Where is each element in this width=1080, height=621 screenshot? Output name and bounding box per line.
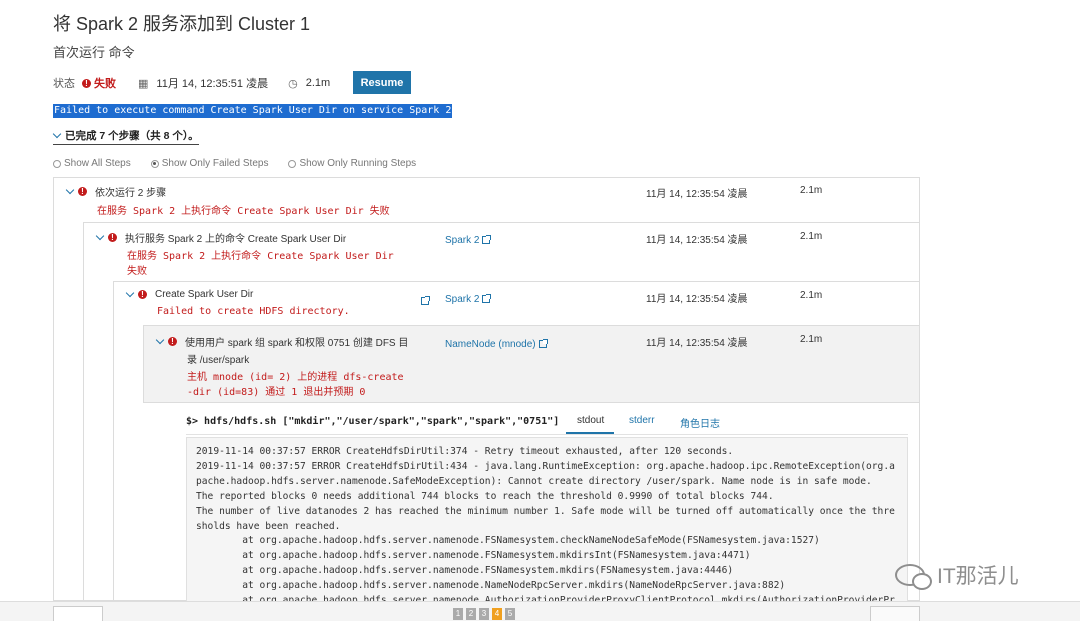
step-title: 使用用户 spark 组 spark 和权限 0751 创建 DFS 目 bbox=[185, 338, 409, 349]
page-subtitle: 首次运行 命令 bbox=[53, 45, 135, 60]
clock-icon: ◷ bbox=[288, 77, 298, 90]
chevron-down-icon bbox=[95, 231, 105, 241]
step-error-cont: 失败 bbox=[127, 266, 147, 277]
wechat-icon bbox=[895, 564, 932, 590]
completed-steps-label: 已完成 7 个步骤（共 8 个）。 bbox=[65, 130, 199, 142]
step-row[interactable]: ! 依次运行 2 步骤 bbox=[65, 184, 167, 199]
step-row[interactable]: ! Create Spark User Dir bbox=[125, 288, 254, 300]
pager-step-5[interactable]: 5 bbox=[505, 608, 515, 620]
step-duration: 2.1m bbox=[800, 290, 823, 301]
fail-message: Failed to execute command Create Spark U… bbox=[53, 104, 453, 118]
chevron-down-icon bbox=[52, 129, 62, 139]
status-time: 11月 14, 12:35:51 凌晨 bbox=[156, 78, 269, 90]
step-error: 在服务 Spark 2 上执行命令 Create Spark User Dir … bbox=[97, 206, 390, 217]
step-error: 主机 mnode (id= 2) 上的进程 dfs-create bbox=[187, 372, 404, 383]
status-row: 状态 ! 失败 ▦ 11月 14, 12:35:51 凌晨 ◷ 2.1m bbox=[53, 72, 330, 94]
page-title: 将 Spark 2 服务添加到 Cluster 1 bbox=[53, 14, 311, 34]
external-link-icon[interactable] bbox=[421, 296, 430, 305]
step-title: 依次运行 2 步骤 bbox=[95, 188, 167, 199]
radio-icon bbox=[53, 159, 61, 168]
step-duration: 2.1m bbox=[800, 334, 823, 345]
command-line: $> hdfs/hdfs.sh ["mkdir","/user/spark","… bbox=[186, 416, 560, 427]
next-button[interactable] bbox=[870, 606, 920, 621]
filter-all-steps[interactable]: Show All Steps bbox=[53, 158, 131, 169]
step-title: Create Spark User Dir bbox=[155, 289, 254, 300]
chevron-down-icon bbox=[65, 185, 75, 195]
watermark: IT那活儿 bbox=[895, 560, 1019, 590]
chevron-down-icon bbox=[155, 335, 165, 345]
error-icon: ! bbox=[168, 337, 177, 346]
service-link[interactable]: Spark 2 bbox=[445, 230, 492, 248]
error-icon: ! bbox=[78, 187, 87, 196]
error-icon: ! bbox=[138, 290, 147, 299]
tab-stdout[interactable]: stdout bbox=[577, 415, 604, 426]
step-row[interactable]: ! 使用用户 spark 组 spark 和权限 0751 创建 DFS 目 bbox=[155, 334, 409, 349]
log-line: sholds have been reached. bbox=[196, 520, 341, 532]
log-output[interactable]: 2019-11-14 00:37:57 ERROR CreateHdfsDirU… bbox=[186, 437, 908, 607]
role-link[interactable]: NameNode (mnode) bbox=[445, 334, 548, 352]
status-value: 失败 bbox=[94, 78, 116, 90]
pager-step-4[interactable]: 4 bbox=[492, 608, 502, 620]
tab-role-log[interactable]: 角色日志 bbox=[680, 415, 720, 430]
status-duration: 2.1m bbox=[305, 77, 331, 89]
log-line: at org.apache.hadoop.hdfs.server.namenod… bbox=[196, 565, 734, 577]
step-title-cont: 录 /user/spark bbox=[187, 355, 250, 366]
step-time: 11月 14, 12:35:54 凌晨 bbox=[646, 189, 748, 200]
filter-failed-label: Show Only Failed Steps bbox=[161, 158, 269, 169]
step-time: 11月 14, 12:35:54 凌晨 bbox=[646, 338, 748, 349]
watermark-text: IT那活儿 bbox=[937, 565, 1019, 588]
tab-divider bbox=[186, 434, 908, 435]
step-error: 在服务 Spark 2 上执行命令 Create Spark User Dir bbox=[127, 251, 394, 262]
external-link-icon bbox=[538, 339, 548, 348]
step-time: 11月 14, 12:35:54 凌晨 bbox=[646, 235, 748, 246]
log-line: The number of live datanodes 2 has reach… bbox=[196, 505, 895, 517]
tab-stderr[interactable]: stderr bbox=[629, 415, 655, 426]
service-link-label: Spark 2 bbox=[445, 294, 480, 305]
role-link-label: NameNode (mnode) bbox=[445, 339, 536, 350]
log-line: 2019-11-14 00:37:57 ERROR CreateHdfsDirU… bbox=[196, 460, 895, 472]
log-line: The reported blocks 0 needs additional 7… bbox=[196, 490, 774, 502]
status-label: 状态 bbox=[53, 78, 75, 90]
step-title: 执行服务 Spark 2 上的命令 Create Spark User Dir bbox=[125, 234, 347, 245]
pager-step-2[interactable]: 2 bbox=[466, 608, 476, 620]
chevron-down-icon bbox=[125, 288, 135, 298]
external-link-icon bbox=[482, 294, 492, 303]
log-line: at org.apache.hadoop.hdfs.server.namenod… bbox=[196, 535, 820, 547]
completed-steps-toggle[interactable]: 已完成 7 个步骤（共 8 个）。 bbox=[52, 128, 199, 145]
log-line: at org.apache.hadoop.hdfs.server.namenod… bbox=[196, 580, 786, 592]
filter-all-label: Show All Steps bbox=[64, 158, 131, 169]
back-button[interactable] bbox=[53, 606, 103, 621]
step-duration: 2.1m bbox=[800, 185, 823, 196]
filter-failed-steps[interactable]: Show Only Failed Steps bbox=[150, 158, 269, 169]
step-filter: Show All Steps Show Only Failed Steps Sh… bbox=[53, 158, 436, 169]
step-time: 11月 14, 12:35:54 凌晨 bbox=[646, 294, 748, 305]
resume-button[interactable]: Resume bbox=[353, 71, 411, 94]
external-link-icon bbox=[482, 235, 492, 244]
error-icon: ! bbox=[108, 233, 117, 242]
log-line: 2019-11-14 00:37:57 ERROR CreateHdfsDirU… bbox=[196, 446, 734, 457]
log-line: pache.hadoop.hdfs.server.namenode.SafeMo… bbox=[196, 475, 872, 487]
step-duration: 2.1m bbox=[800, 231, 823, 242]
step-row[interactable]: ! 执行服务 Spark 2 上的命令 Create Spark User Di… bbox=[95, 230, 347, 245]
filter-running-label: Show Only Running Steps bbox=[299, 158, 417, 169]
calendar-icon: ▦ bbox=[138, 77, 149, 90]
service-link-label: Spark 2 bbox=[445, 235, 480, 246]
step-error: Failed to create HDFS directory. bbox=[157, 306, 350, 317]
radio-icon bbox=[288, 159, 297, 168]
pager-step-3[interactable]: 3 bbox=[479, 608, 489, 620]
error-icon: ! bbox=[82, 78, 91, 88]
filter-running-steps[interactable]: Show Only Running Steps bbox=[288, 158, 416, 169]
log-line: at org.apache.hadoop.hdfs.server.namenod… bbox=[196, 550, 751, 562]
radio-checked-icon bbox=[150, 159, 159, 168]
pager-step-1[interactable]: 1 bbox=[453, 608, 463, 620]
step-error-cont: -dir (id=83) 通过 1 退出并预期 0 bbox=[187, 387, 366, 398]
service-link[interactable]: Spark 2 bbox=[445, 289, 492, 307]
